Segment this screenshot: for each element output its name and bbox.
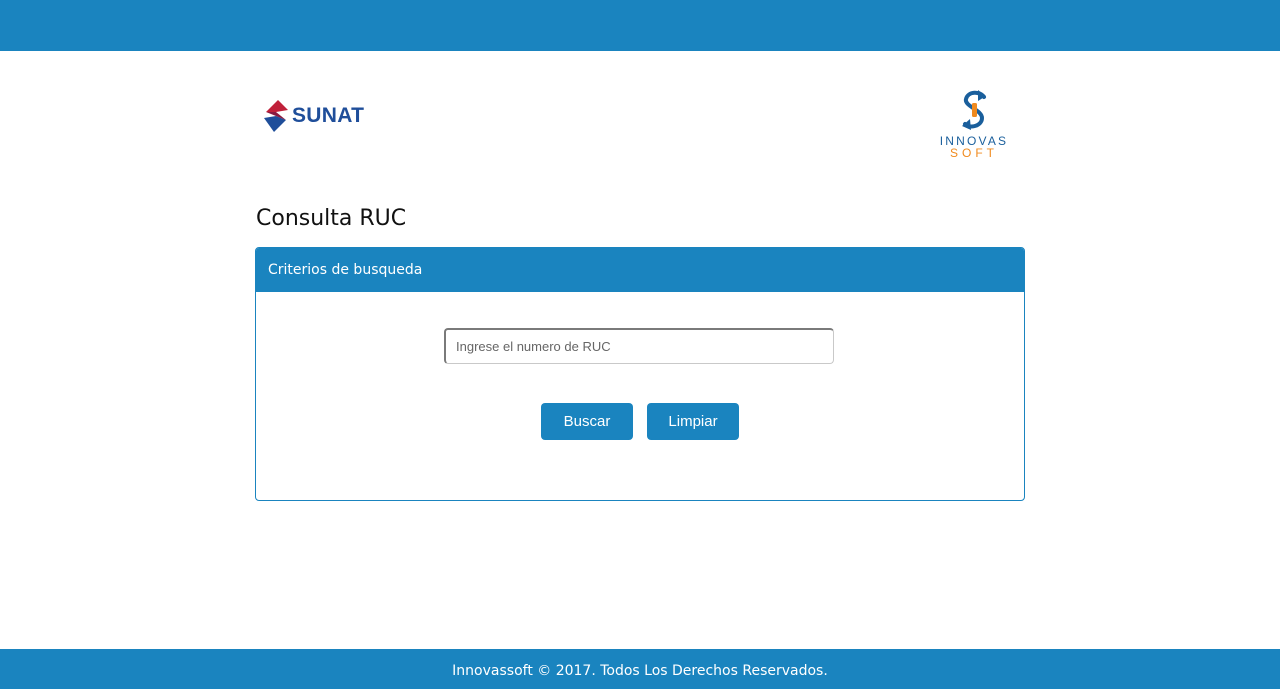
search-button[interactable]: Buscar — [541, 403, 633, 440]
sunat-logo: SUNAT — [262, 99, 364, 133]
footer-text: Innovassoft © 2017. Todos Los Derechos R… — [452, 663, 828, 679]
sunat-logo-icon — [262, 100, 290, 132]
ruc-input[interactable] — [444, 328, 834, 364]
sunat-logo-text: SUNAT — [292, 104, 365, 127]
innovas-logo: INNOVAS SOFT — [924, 88, 1024, 159]
top-bar — [0, 0, 1280, 51]
footer: Innovassoft © 2017. Todos Los Derechos R… — [0, 649, 1280, 689]
panel-header: Criterios de busqueda — [256, 248, 1024, 292]
page-title: Consulta RUC — [256, 206, 407, 231]
clear-button[interactable]: Limpiar — [647, 403, 739, 440]
search-criteria-panel: Criterios de busqueda Buscar Limpiar — [255, 247, 1025, 501]
innovas-logo-text-line2: SOFT — [950, 146, 998, 160]
innovas-logo-icon — [924, 88, 1024, 134]
